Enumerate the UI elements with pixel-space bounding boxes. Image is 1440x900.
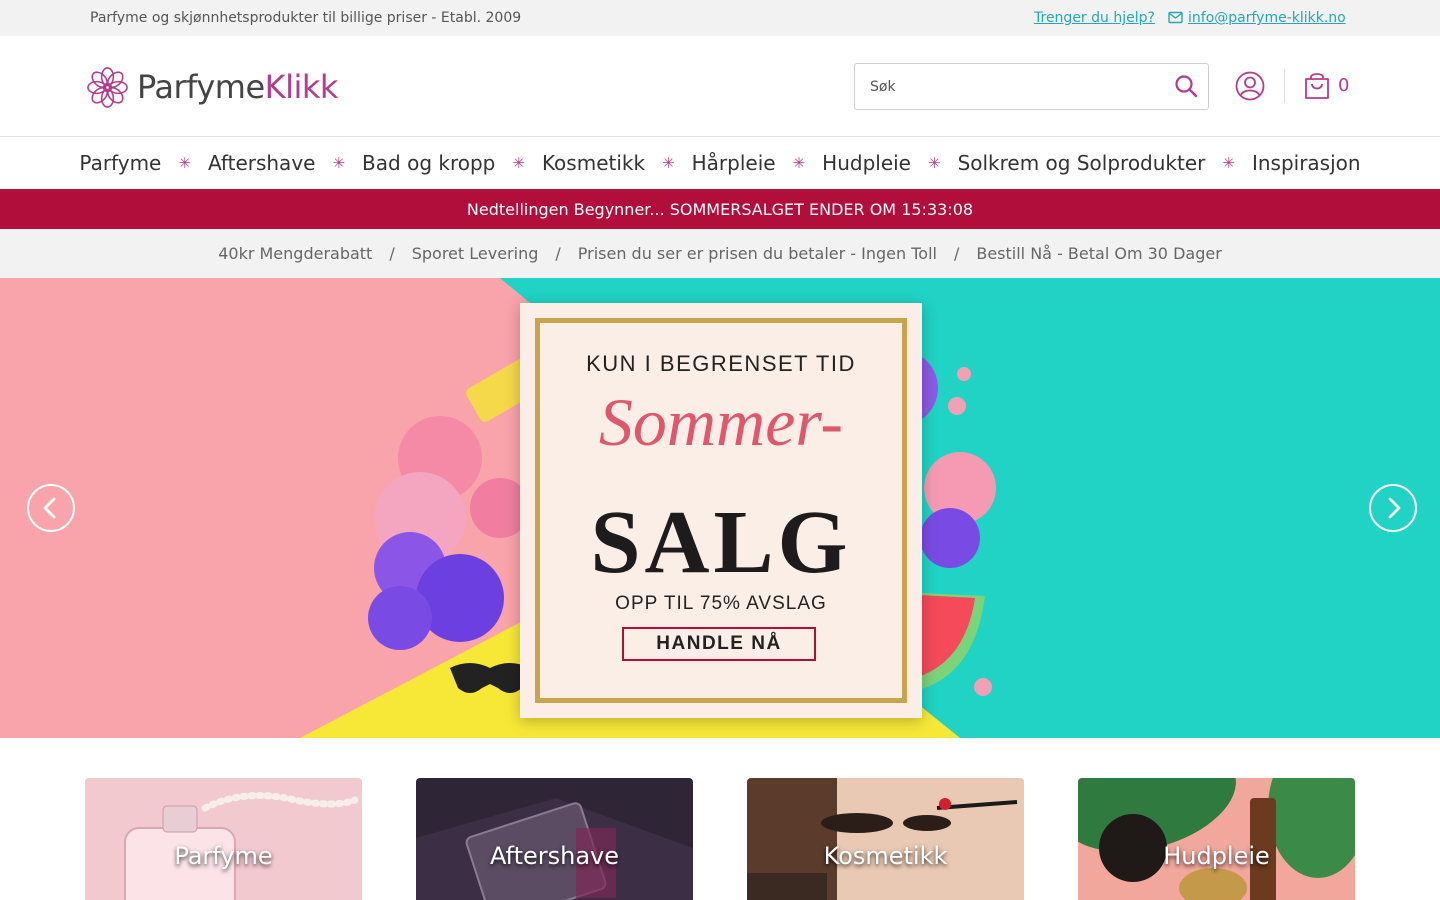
category-tile-aftershave[interactable]: Aftershave [416, 778, 693, 900]
site-header: ParfymeKlikk 0 [0, 36, 1440, 137]
search-input[interactable] [855, 64, 1167, 109]
header-divider [1284, 69, 1285, 103]
main-nav: Parfyme ✳ Aftershave ✳ Bad og kropp ✳ Ko… [0, 137, 1440, 189]
category-tile-hudpleie[interactable]: Hudpleie [1078, 778, 1355, 900]
nav-separator: ✳ [1222, 154, 1235, 172]
tile-label: Hudpleie [1163, 842, 1270, 870]
nav-item-aftershave[interactable]: Aftershave [208, 151, 316, 175]
category-tile-parfyme[interactable]: Parfyme [85, 778, 362, 900]
promo-discount: OPP TIL 75% AVSLAG [615, 593, 827, 614]
search-icon[interactable] [1174, 74, 1198, 98]
usp-item: 40kr Mengderabatt [218, 244, 373, 263]
nav-separator: ✳ [792, 154, 806, 172]
tile-image [416, 778, 693, 900]
logo-text-part2: Klikk [264, 68, 339, 106]
tile-label: Aftershave [489, 842, 620, 870]
nav-separator: ✳ [512, 154, 525, 172]
usp-item: Bestill Nå - Betal Om 30 Dager [976, 244, 1222, 263]
promo-line1: KUN I BEGRENSET TID [586, 351, 856, 376]
nav-item-hudpleie[interactable]: Hudpleie [822, 151, 911, 175]
slider-prev-button[interactable] [27, 484, 75, 532]
promo-headline: SALG [590, 493, 852, 592]
countdown-banner: Nedtellingen Begynner... SOMMERSALGET EN… [0, 189, 1440, 229]
help-link[interactable]: Trenger du hjelp? [1034, 10, 1155, 26]
tile-image [85, 778, 362, 900]
usp-item: Sporet Levering [411, 244, 539, 263]
hero-slider[interactable]: KUN I BEGRENSET TID Sommer- SALG OPP TIL… [0, 278, 1440, 738]
search-box [854, 63, 1209, 110]
nav-item-harpleie[interactable]: Hårpleie [692, 151, 776, 175]
nav-item-solkrem[interactable]: Solkrem og Solprodukter [958, 151, 1206, 175]
nav-separator: ✳ [178, 154, 191, 172]
nav-item-inspirasjon[interactable]: Inspirasjon [1252, 151, 1361, 175]
cart-icon[interactable] [1303, 71, 1331, 101]
tile-image [1078, 778, 1355, 900]
countdown-text: Nedtellingen Begynner... SOMMERSALGET EN… [466, 199, 974, 219]
usp-item: Prisen du ser er prisen du betaler - Ing… [577, 244, 937, 263]
nav-separator: ✳ [927, 154, 941, 172]
slider-next-button[interactable] [1369, 484, 1417, 532]
nav-item-parfyme[interactable]: Parfyme [79, 151, 161, 175]
email-link[interactable]: info@parfyme-klikk.no [1188, 10, 1346, 26]
usp-separator: / [953, 244, 960, 263]
mail-icon [1168, 11, 1183, 24]
nav-item-kosmetikk[interactable]: Kosmetikk [542, 151, 645, 175]
category-tiles: Parfyme Aftershave Kosmetikk Hudpleie [0, 778, 1440, 900]
usp-separator: / [555, 244, 561, 263]
logo[interactable]: ParfymeKlikk [86, 65, 338, 109]
tile-label: Kosmetikk [823, 842, 948, 870]
category-tile-kosmetikk[interactable]: Kosmetikk [747, 778, 1024, 900]
promo-card[interactable]: KUN I BEGRENSET TID Sommer- SALG OPP TIL… [520, 303, 922, 718]
top-bar: Parfyme og skjønnhetsprodukter til billi… [0, 0, 1440, 36]
cart-count[interactable]: 0 [1338, 75, 1349, 96]
promo-script: Sommer- [598, 384, 844, 460]
tile-label: Parfyme [174, 842, 273, 870]
logo-flower-icon [87, 66, 128, 108]
nav-separator: ✳ [332, 154, 346, 172]
tagline: Parfyme og skjønnhetsprodukter til billi… [90, 10, 522, 26]
usp-bar: 40kr Mengderabatt / Sporet Levering / Pr… [0, 229, 1440, 278]
logo-text-part1: Parfyme [137, 68, 265, 106]
usp-separator: / [389, 244, 395, 263]
promo-cta-button[interactable]: HANDLE NÅ [622, 627, 816, 661]
user-icon[interactable] [1235, 71, 1265, 101]
chevron-left-icon [43, 497, 56, 519]
nav-separator: ✳ [662, 154, 675, 172]
nav-item-bad-og-kropp[interactable]: Bad og kropp [362, 151, 495, 175]
logo-text: ParfymeKlikk [137, 68, 338, 106]
tile-image [747, 778, 1024, 900]
chevron-right-icon [1388, 497, 1401, 519]
